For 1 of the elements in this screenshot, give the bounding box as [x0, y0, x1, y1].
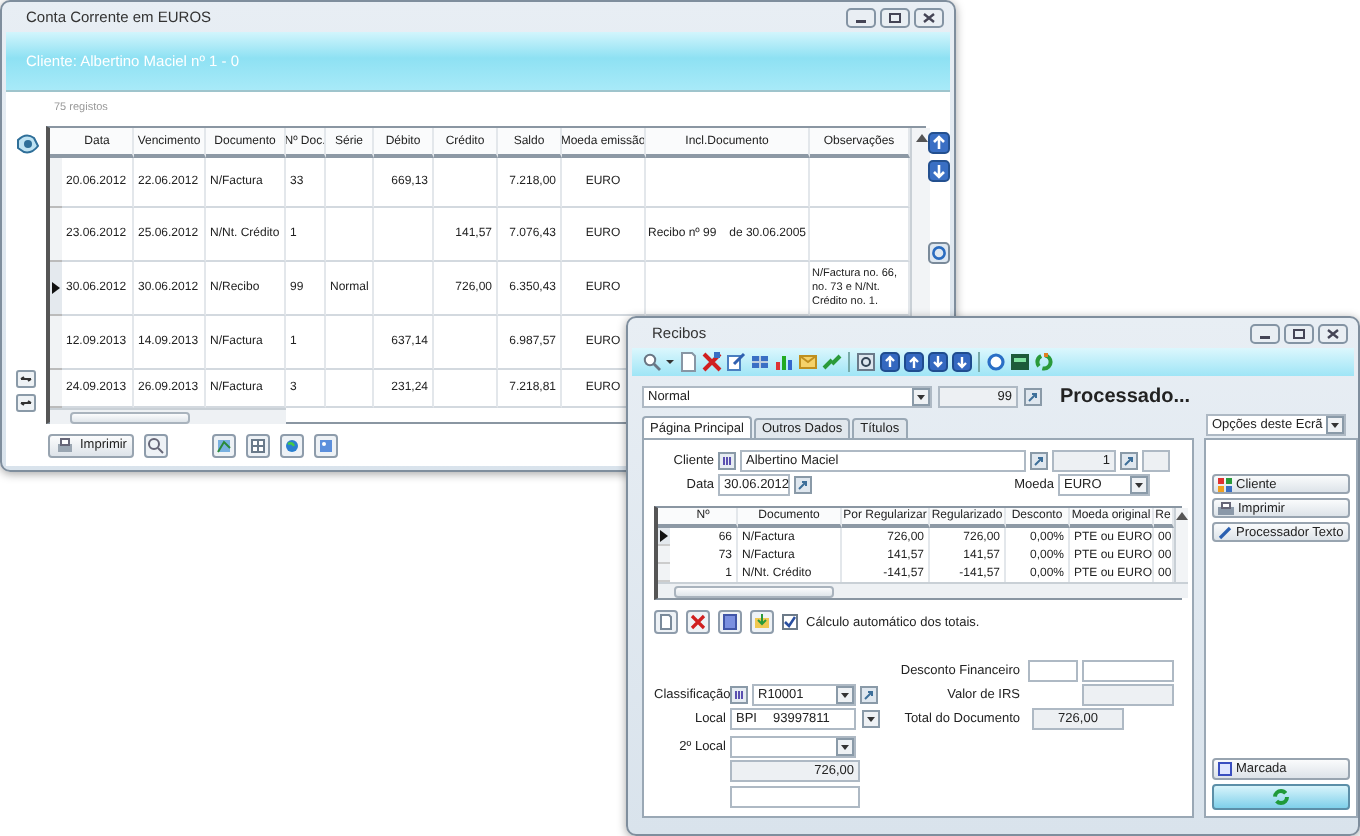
status-text: Processado...	[1060, 386, 1191, 408]
